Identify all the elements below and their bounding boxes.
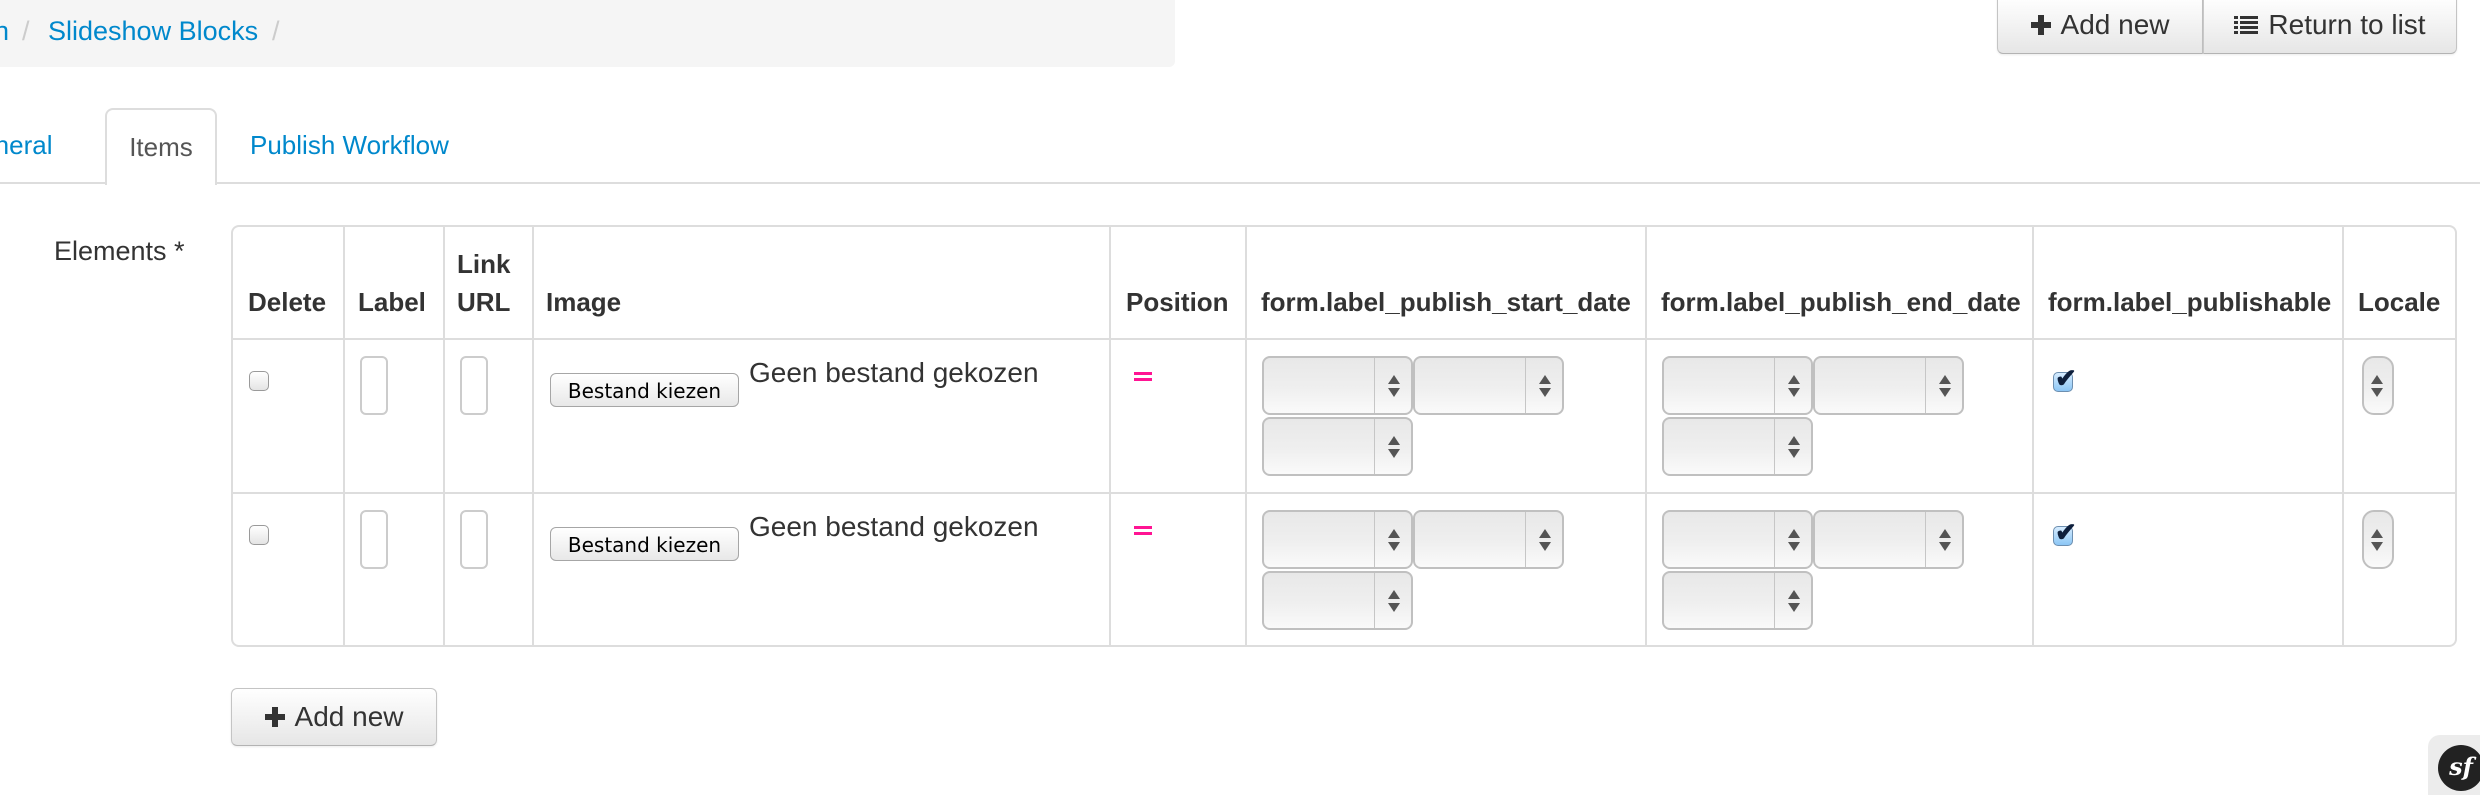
column-header-publishable: form.label_publishable (2048, 287, 2332, 317)
column-divider (2342, 227, 2344, 645)
publish-end-month-select[interactable] (1813, 510, 1964, 569)
add-new-element-label: Add new (294, 701, 404, 732)
link-url-input[interactable] (460, 356, 488, 415)
breadcrumb-link-slideshow-blocks[interactable]: Slideshow Blocks (48, 16, 258, 47)
column-header-position: Position (1126, 287, 1229, 317)
add-new-element-button[interactable]: Add new (231, 688, 437, 746)
row-divider (233, 338, 2455, 340)
row-divider (233, 492, 2455, 494)
column-header-locale: Locale (2358, 287, 2441, 317)
plus-icon (2030, 15, 2051, 35)
column-header-publish-start-date: form.label_publish_start_date (1261, 287, 1631, 317)
symfony-toolbar-button[interactable]: sf (2428, 735, 2480, 795)
column-divider (1109, 227, 1111, 645)
column-divider (343, 227, 345, 645)
locale-select[interactable] (2362, 510, 2394, 569)
breadcrumb-link-parent[interactable]: n (0, 16, 9, 47)
column-divider (532, 227, 534, 645)
choose-file-button[interactable]: Bestand kiezen (550, 373, 739, 407)
drag-handle-icon[interactable] (1134, 372, 1152, 381)
select-arrows-icon (1537, 527, 1553, 555)
select-arrows-icon (2369, 527, 2385, 555)
publish-start-day-select[interactable] (1262, 510, 1413, 569)
select-arrows-icon (2369, 373, 2385, 401)
label-input[interactable] (360, 510, 388, 569)
select-arrows-icon (1786, 527, 1802, 555)
delete-checkbox[interactable] (249, 525, 269, 545)
return-to-list-label: Return to list (2268, 9, 2426, 40)
choose-file-button[interactable]: Bestand kiezen (550, 527, 739, 561)
elements-label: Elements * (54, 236, 185, 266)
select-arrows-icon (1386, 588, 1402, 616)
link-url-input[interactable] (460, 510, 488, 569)
breadcrumb-separator: / (272, 16, 280, 46)
breadcrumb-separator: / (22, 16, 30, 46)
column-header-delete: Delete (248, 287, 327, 317)
check-icon: ✔ (2055, 363, 2077, 393)
column-header-publish-end-date: form.label_publish_end_date (1661, 287, 2021, 317)
file-status-text: Geen bestand gekozen (749, 357, 1039, 388)
publish-end-year-select[interactable] (1662, 417, 1813, 476)
publish-start-year-select[interactable] (1262, 571, 1413, 630)
label-input[interactable] (360, 356, 388, 415)
publish-end-year-select[interactable] (1662, 571, 1813, 630)
publishable-checkbox[interactable]: ✔ (2053, 365, 2077, 392)
publishable-checkbox[interactable]: ✔ (2053, 519, 2077, 546)
select-arrows-icon (1537, 373, 1553, 401)
select-arrows-icon (1786, 373, 1802, 401)
locale-select[interactable] (2362, 356, 2394, 415)
return-to-list-button[interactable]: Return to list (2203, 0, 2457, 54)
select-arrows-icon (1386, 373, 1402, 401)
column-header-link-url-line2: URL (457, 287, 511, 317)
publish-start-day-select[interactable] (1262, 356, 1413, 415)
select-arrows-icon (1937, 373, 1953, 401)
column-divider (1645, 227, 1647, 645)
publish-start-year-select[interactable] (1262, 417, 1413, 476)
elements-table: Delete Label Link URL Image Position for… (231, 225, 2457, 647)
breadcrumb: n / Slideshow Blocks / (0, 0, 1175, 67)
select-arrows-icon (1786, 588, 1802, 616)
tab-publish-workflow[interactable]: Publish Workflow (250, 108, 449, 183)
column-divider (1245, 227, 1247, 645)
select-arrows-icon (1937, 527, 1953, 555)
publish-end-month-select[interactable] (1813, 356, 1964, 415)
list-icon (2234, 15, 2259, 35)
delete-checkbox[interactable] (249, 371, 269, 391)
tab-general[interactable]: General (0, 108, 53, 183)
check-icon: ✔ (2055, 517, 2077, 547)
plus-icon (264, 707, 285, 727)
symfony-icon: sf (2438, 745, 2480, 791)
file-status-text: Geen bestand gekozen (749, 511, 1039, 542)
add-new-label: Add new (2060, 9, 2170, 40)
publish-end-day-select[interactable] (1662, 356, 1813, 415)
column-divider (2032, 227, 2034, 645)
select-arrows-icon (1386, 434, 1402, 462)
tab-items[interactable]: Items (105, 108, 217, 185)
publish-start-month-select[interactable] (1413, 510, 1564, 569)
select-arrows-icon (1386, 527, 1402, 555)
actions-button-group: Add new Return to list (1997, 0, 2457, 54)
publish-end-day-select[interactable] (1662, 510, 1813, 569)
add-new-button[interactable]: Add new (1997, 0, 2203, 54)
column-header-label: Label (358, 287, 426, 317)
drag-handle-icon[interactable] (1134, 526, 1152, 535)
column-divider (443, 227, 445, 645)
column-header-image: Image (546, 287, 622, 317)
select-arrows-icon (1786, 434, 1802, 462)
column-header-link-url-line1: Link (457, 249, 511, 279)
publish-start-month-select[interactable] (1413, 356, 1564, 415)
